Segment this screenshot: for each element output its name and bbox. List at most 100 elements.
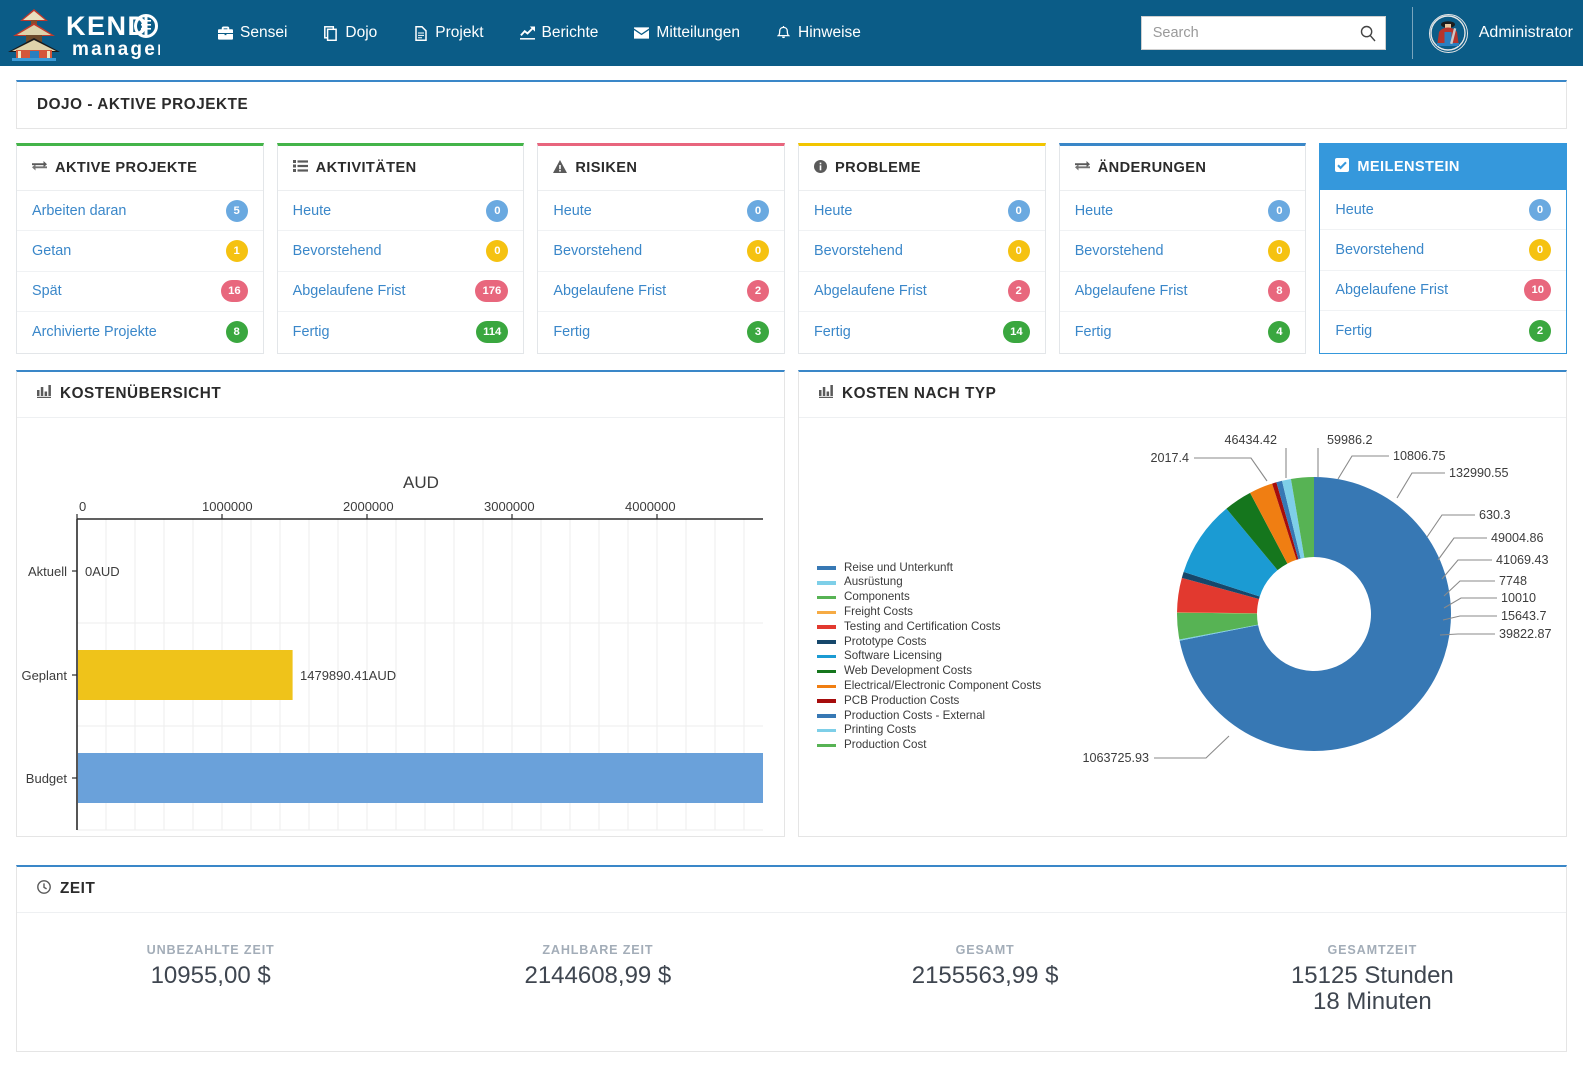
- clock-icon: [37, 879, 51, 899]
- row-label: Heute: [1335, 201, 1374, 218]
- nav-label: Projekt: [435, 24, 484, 41]
- card-row-fertig[interactable]: Fertig 2: [1320, 311, 1566, 351]
- card-row-heute[interactable]: Heute 0: [277, 191, 524, 232]
- check-square-icon: [1335, 158, 1350, 176]
- card-title: ÄNDERUNGEN: [1097, 160, 1207, 176]
- svg-text:0: 0: [79, 499, 86, 514]
- card-aktive-projekte: AKTIVE PROJEKTE Arbeiten daran 5 Getan 1…: [16, 143, 264, 354]
- card-row-abgelaufene-frist[interactable]: Abgelaufene Frist 2: [799, 272, 1045, 313]
- card-row-abgelaufene-frist[interactable]: Abgelaufene Frist 8: [1059, 272, 1306, 313]
- stat-label: GESAMT: [955, 942, 1015, 957]
- callout-10010: 10010: [1501, 591, 1536, 605]
- row-badge: 8: [1268, 280, 1291, 303]
- app-logo[interactable]: KEND manager: [4, 4, 164, 62]
- time-stat-unbezahlte-zeit: UNBEZAHLTE ZEIT 10955,00 $: [17, 943, 404, 1015]
- card-row-archivierte-projekte[interactable]: Archivierte Projekte 8: [17, 312, 263, 352]
- card-row-fertig[interactable]: Fertig 114: [278, 312, 524, 352]
- card-row-heute[interactable]: Heute 0: [1320, 190, 1567, 231]
- card-header: ÄNDERUNGEN: [1059, 146, 1306, 191]
- row-badge: 4: [1268, 321, 1291, 344]
- card-title: AKTIVITÄTEN: [315, 160, 417, 176]
- card-row-fertig[interactable]: Fertig 3: [538, 312, 784, 352]
- callout-2017: 2017.4: [1150, 451, 1189, 465]
- exchange-icon: [32, 160, 47, 176]
- row-badge: 0: [1007, 240, 1030, 263]
- row-badge: 0: [747, 199, 770, 222]
- card-title: AKTIVE PROJEKTE: [55, 160, 198, 176]
- row-badge: 1: [225, 240, 248, 263]
- portlet-title-text: KOSTEN NACH TYP: [842, 385, 997, 403]
- stat-value: 2144608,99 $: [524, 961, 672, 989]
- svg-text:2000000: 2000000: [343, 499, 394, 514]
- card-row-spaet[interactable]: Spät 16: [17, 272, 263, 313]
- svg-text:3000000: 3000000: [484, 499, 535, 514]
- card-row-bevorstehend[interactable]: Bevorstehend 0: [1320, 230, 1567, 271]
- stat-value: 15125 Stunden 18 Minuten: [1290, 961, 1454, 1015]
- top-navigation-bar: KEND manager Sensei Dojo Projekt Bericht…: [0, 0, 1583, 66]
- row-label: Bevorstehend: [1335, 242, 1425, 259]
- card-row-bevorstehend[interactable]: Bevorstehend 0: [799, 231, 1045, 272]
- file-icon: [413, 25, 428, 41]
- card-row-bevorstehend[interactable]: Bevorstehend 0: [1059, 231, 1306, 272]
- nav-label: Mitteilungen: [656, 24, 740, 41]
- row-label: Getan: [32, 243, 72, 260]
- nav-item-hinweise[interactable]: Hinweise: [758, 16, 879, 50]
- stat-label: ZAHLBARE ZEIT: [542, 942, 654, 957]
- card-row-abgelaufene-frist[interactable]: Abgelaufene Frist 2: [538, 272, 785, 313]
- card-header: AKTIVITÄTEN: [277, 146, 524, 191]
- search-input[interactable]: [1141, 17, 1385, 49]
- row-badge: 0: [1529, 198, 1552, 221]
- card-row-fertig[interactable]: Fertig 4: [1060, 312, 1306, 352]
- row-label: Bevorstehend: [292, 243, 382, 260]
- nav-item-mitteilungen[interactable]: Mitteilungen: [616, 16, 758, 50]
- card-aenderungen: ÄNDERUNGEN Heute 0 Bevorstehend 0 Abgela…: [1058, 143, 1307, 354]
- card-row-abgelaufene-frist[interactable]: Abgelaufene Frist 176: [277, 272, 524, 313]
- card-probleme: PROBLEME Heute 0 Bevorstehend 0 Abgelauf…: [798, 143, 1046, 354]
- cost-by-type-header: KOSTEN NACH TYP: [799, 372, 1566, 418]
- row-badge: 2: [1529, 320, 1552, 343]
- row-label: Heute: [553, 202, 592, 219]
- svg-text:manager: manager: [72, 39, 160, 60]
- card-row-bevorstehend[interactable]: Bevorstehend 0: [538, 231, 785, 272]
- user-menu[interactable]: Administrator: [1428, 13, 1583, 53]
- horizontal-bar-chart: AUD 0 1000000 2000000 3000000 4000000 Ak…: [21, 473, 763, 831]
- row-label: Bevorstehend: [1074, 243, 1164, 260]
- svg-text:4000000: 4000000: [625, 499, 676, 514]
- card-row-bevorstehend[interactable]: Bevorstehend 0: [277, 231, 524, 272]
- callout-41069: 41069.43: [1496, 553, 1549, 567]
- card-row-heute[interactable]: Heute 0: [538, 191, 785, 232]
- portlet-title-text: KOSTENÜBERSICHT: [60, 385, 222, 403]
- card-row-abgelaufene-frist[interactable]: Abgelaufene Frist 10: [1320, 271, 1567, 312]
- portlet-title-text: ZEIT: [60, 880, 96, 898]
- row-label: Abgelaufene Frist: [1074, 283, 1188, 300]
- briefcase-icon: [218, 26, 233, 41]
- time-portlet: ZEIT UNBEZAHLTE ZEIT 10955,00 $ ZAHLBARE…: [16, 864, 1567, 1052]
- row-badge: 0: [1007, 199, 1030, 222]
- donut-chart: 2017.4 46434.42 59986.2 10806.75 132990.…: [1082, 433, 1551, 765]
- row-badge: 176: [475, 280, 509, 303]
- samurai-avatar-icon: [1430, 15, 1466, 51]
- nav-item-berichte[interactable]: Berichte: [502, 16, 617, 50]
- row-label: Abgelaufene Frist: [292, 283, 406, 300]
- card-header: MEILENSTEIN: [1320, 144, 1567, 190]
- card-aktivitaeten: AKTIVITÄTEN Heute 0 Bevorstehend 0 Abgel…: [276, 143, 525, 354]
- card-row-getan[interactable]: Getan 1: [17, 231, 263, 272]
- tasks-icon: [292, 160, 308, 176]
- search-icon[interactable]: [1360, 25, 1376, 47]
- search-box[interactable]: [1140, 16, 1386, 50]
- row-badge: 16: [221, 280, 248, 303]
- nav-item-sensei[interactable]: Sensei: [200, 16, 305, 50]
- svg-text:Budget: Budget: [26, 771, 68, 786]
- card-row-arbeiten-daran[interactable]: Arbeiten daran 5: [17, 191, 263, 232]
- nav-divider: [1411, 7, 1413, 59]
- card-row-fertig[interactable]: Fertig 14: [799, 312, 1045, 352]
- callout-1063725: 1063725.93: [1082, 751, 1149, 765]
- nav-item-dojo[interactable]: Dojo: [305, 16, 395, 50]
- card-title: MEILENSTEIN: [1357, 159, 1460, 175]
- page-content: DOJO - AKTIVE PROJEKTE AKTIVE PROJEKTE A…: [0, 66, 1583, 1052]
- card-row-heute[interactable]: Heute 0: [1059, 191, 1306, 232]
- card-row-heute[interactable]: Heute 0: [799, 191, 1045, 232]
- page-title-bar: DOJO - AKTIVE PROJEKTE: [17, 82, 1566, 128]
- nav-item-projekt[interactable]: Projekt: [395, 16, 501, 50]
- page-title: DOJO - AKTIVE PROJEKTE: [37, 96, 249, 113]
